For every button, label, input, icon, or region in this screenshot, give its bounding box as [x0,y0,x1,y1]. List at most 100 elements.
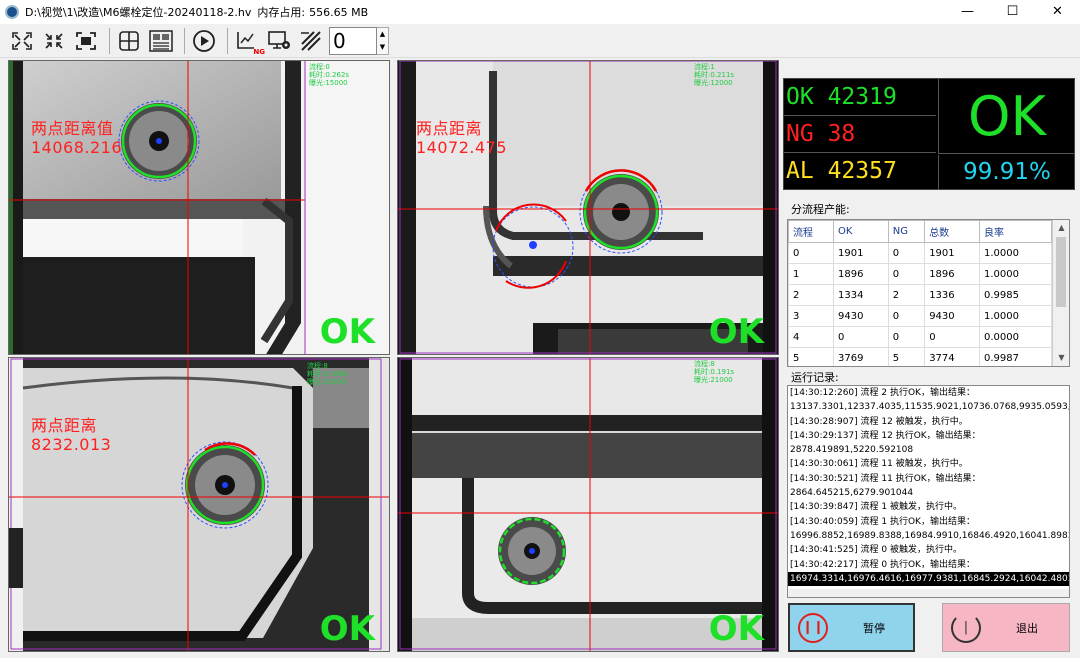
cell: 9430 [832,305,889,327]
cell: 0 [887,305,926,327]
ng-image-icon[interactable]: NG [233,28,265,56]
table-row[interactable]: 5 3769 5 3774 0.9987 [788,347,1053,366]
yield-rate: 99.91% [938,155,1075,190]
cell: 0 [788,242,834,264]
ng-badge: NG [253,47,265,56]
log-title: 运行记录: [791,371,839,384]
distance-label-0: 两点距离值 14068.216 [31,119,122,157]
col-header[interactable]: NG [887,220,926,243]
focus-frame-icon[interactable] [72,28,100,54]
line-tool-icon[interactable] [297,28,325,54]
exit-label: 退出 [1016,621,1038,635]
stat-flow: 流程:8 [307,362,328,370]
ng-count: 38 [827,121,856,147]
cell: 0 [832,326,889,348]
table-row[interactable]: 1 1896 0 1896 1.0000 [788,263,1053,285]
window-title: D:\视觉\1\改造\M6螺栓定位-20240118-2.hv [25,6,252,19]
stat-time: 耗时:0.191s [694,368,735,376]
cell: 5 [788,347,834,366]
distance-value-1: 14072.475 [416,138,508,157]
camera-view-3[interactable]: 流程:8 耗时:0.191s 曝光:21000 OK [397,357,779,652]
log-line: [14:30:30:521] 流程 11 执行OK，输出结果： [790,473,981,484]
ok-count-row: OK 42319 [784,79,936,116]
log-line: [14:30:12:260] 流程 2 执行OK，输出结果： [790,388,975,398]
stat-exposure: 曝光:21000 [694,376,733,384]
log-line: [14:30:40:059] 流程 1 执行OK，输出结果： [790,516,975,527]
toolbar-separator [227,27,228,54]
table-header-row: 流程 OK NG 总数 良率 [788,220,1053,243]
camera-image-1 [398,61,778,354]
scroll-up-icon[interactable]: ▲ [1053,220,1069,236]
pause-icon: ❙❙ [798,612,828,643]
camera-image-2 [9,358,389,651]
run-log[interactable]: [14:30:12:260] 流程 2 执行OK，输出结果： 13137.330… [787,385,1070,598]
counter-spinner[interactable]: ▲ ▼ [377,26,389,55]
camera-image-0 [9,61,389,354]
cell: 0 [887,326,926,348]
col-header[interactable]: 总数 [924,220,980,243]
cell: 1901 [832,242,889,264]
table-row[interactable]: 4 0 0 0 0.0000 [788,326,1053,348]
spin-up-button[interactable]: ▲ [377,28,388,41]
scroll-thumb[interactable] [1056,237,1066,307]
counter-input[interactable]: 0 [329,26,377,55]
monitor-settings-icon[interactable] [265,28,293,54]
maximize-button[interactable]: ☐ [990,0,1035,24]
cell: 1901 [924,242,980,264]
cell: 9430 [924,305,980,327]
cell: 1.0000 [978,305,1053,327]
camera-view-1[interactable]: 两点距离 14072.475 流程:1 耗时:0.211s 曝光:12000 O… [397,60,779,355]
table-row[interactable]: 3 9430 0 9430 1.0000 [788,305,1053,327]
shrink-icon[interactable] [40,28,68,54]
cell: 5 [887,347,926,366]
col-header[interactable]: 流程 [788,220,834,243]
cell: 1.0000 [978,263,1053,285]
log-line-selected: 16974.3314,16976.4616,16977.9381,16845.2… [788,571,1069,587]
exit-button[interactable]: | 退出 [942,603,1070,652]
cell: 4 [788,326,834,348]
table-row[interactable]: 2 1334 2 1336 0.9985 [788,284,1053,306]
camera-stats-0: 流程:0 耗时:0.262s 曝光:15000 [309,63,349,87]
app-icon [5,5,19,19]
minimize-button[interactable]: — [945,0,990,24]
layout-icon[interactable] [147,28,175,54]
ok-label: OK [786,84,814,110]
distance-title-1: 两点距离 [416,119,483,138]
spin-down-button[interactable]: ▼ [377,41,388,54]
distance-title-2: 两点距离 [31,416,98,435]
run-icon[interactable] [190,28,218,54]
fit-screen-icon[interactable] [8,28,36,54]
crosshair-grid-icon[interactable] [115,28,143,54]
col-header[interactable]: OK [832,220,889,243]
stat-exposure: 曝光:15000 [309,79,348,87]
memory-label: 内存占用: [257,6,306,19]
camera-view-2[interactable]: 两点距离 8232.013 流程:8 耗时:0.188s 曝光:21000 OK [8,357,390,652]
log-line: [14:30:39:847] 流程 1 被触发，执行中。 [790,502,962,513]
log-scrollbar[interactable] [788,589,1069,597]
distance-title-0: 两点距离值 [31,119,114,138]
camera-result-1: OK [708,312,764,352]
log-line: [14:30:29:137] 流程 12 执行OK，输出结果： [790,430,981,441]
log-line: 13137.3301,12337.4035,11535.9021,10736.0… [790,402,1070,413]
toolbar: NG 0 ▲ ▼ [0,24,1080,58]
pause-button[interactable]: ❙❙ 暂停 [788,603,915,652]
cell: 1 [788,263,834,285]
stat-time: 耗时:0.262s [309,71,350,79]
ng-label: NG [786,121,814,147]
table-row[interactable]: 0 1901 0 1901 1.0000 [788,242,1053,264]
cell: 3774 [924,347,980,366]
cell: 0 [887,263,926,285]
title-bar: D:\视觉\1\改造\M6螺栓定位-20240118-2.hv 内存占用: 55… [0,0,1080,24]
table-scrollbar[interactable]: ▲ ▼ [1052,220,1069,366]
log-line: [14:30:42:217] 流程 0 执行OK，输出结果： [790,559,975,570]
camera-stats-1: 流程:1 耗时:0.211s 曝光:12000 [694,63,734,87]
stat-flow: 流程:8 [694,360,715,368]
toolbar-separator [109,27,110,54]
camera-view-0[interactable]: 两点距离值 14068.216 流程:0 耗时:0.262s 曝光:15000 … [8,60,390,355]
close-button[interactable]: ✕ [1035,0,1080,24]
flow-table[interactable]: 流程 OK NG 总数 良率 0 1901 0 1901 1.0000 1 1896 0 18… [787,219,1070,367]
log-line: [14:30:30:061] 流程 11 被触发，执行中。 [790,459,968,470]
col-header[interactable]: 良率 [978,220,1053,243]
distance-value-0: 14068.216 [31,138,123,157]
scroll-down-icon[interactable]: ▼ [1053,350,1069,366]
